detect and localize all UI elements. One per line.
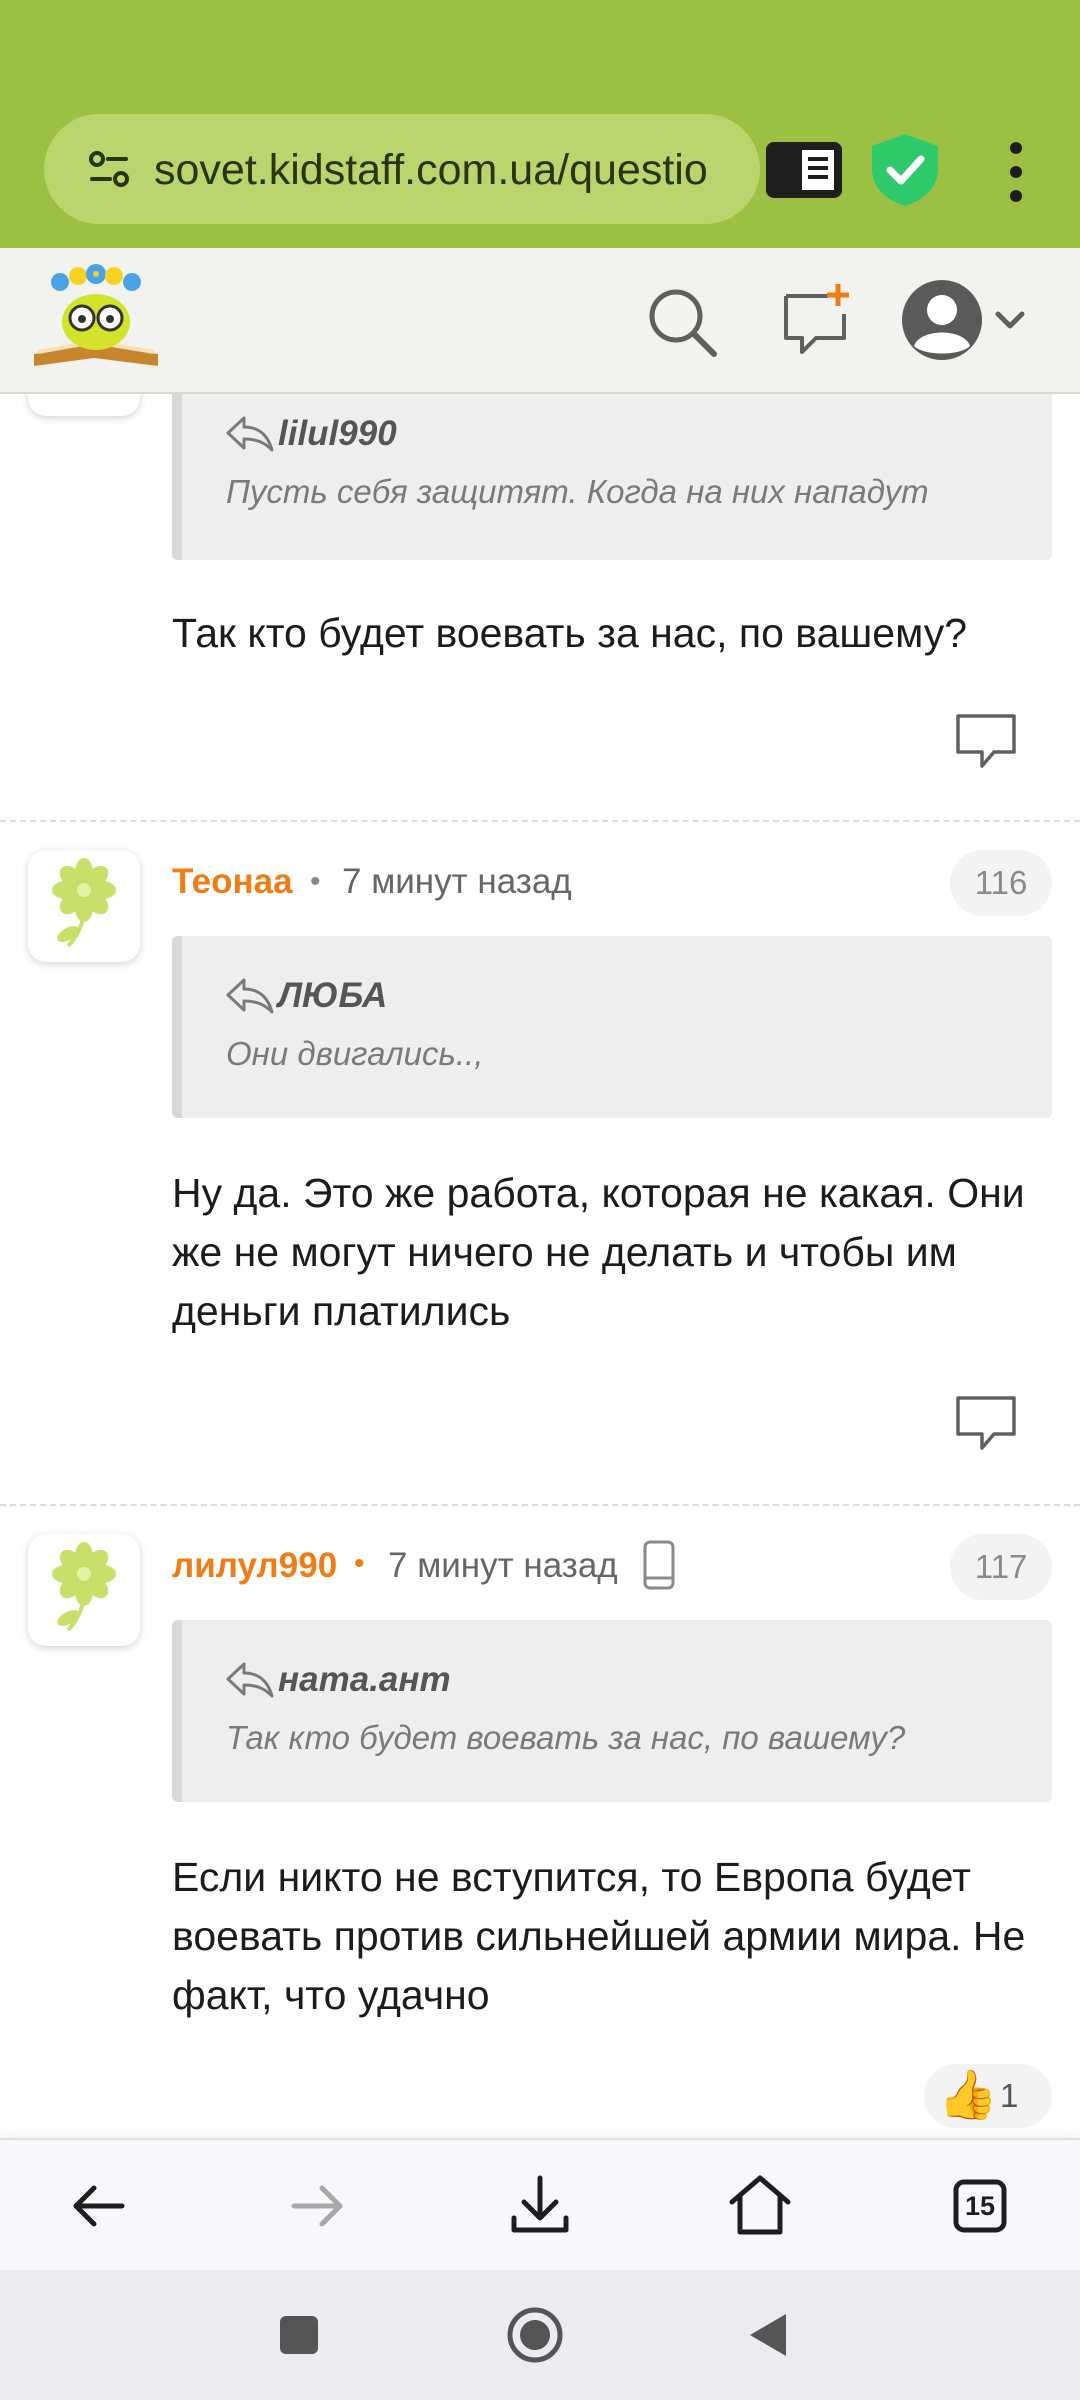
like-count: 1 — [1000, 2077, 1019, 2114]
thumbs-up-icon: 👍 — [938, 2069, 998, 2122]
comment: лилул990 • 7 минут назад 117 ната.ант Та… — [0, 1504, 1080, 2138]
new-topic-icon[interactable] — [778, 282, 854, 358]
commenter-avatar[interactable] — [28, 1534, 140, 1646]
separator-dot: • — [310, 865, 321, 898]
reply-icon — [226, 978, 274, 1014]
commenter-name[interactable]: лилул990 — [172, 1544, 337, 1588]
quote-author[interactable]: ната.ант — [278, 1658, 451, 1702]
flower-avatar-icon — [52, 1542, 116, 1632]
reader-mode-icon[interactable] — [764, 138, 844, 202]
site-settings-icon[interactable] — [84, 144, 134, 194]
flower-avatar-icon — [52, 858, 116, 948]
reply-icon — [226, 1662, 274, 1698]
back-triangle-icon[interactable] — [746, 2310, 790, 2360]
like-button[interactable]: 👍 1 — [924, 2064, 1052, 2128]
account-menu-button[interactable] — [898, 276, 1030, 364]
more-vert-icon[interactable] — [986, 132, 1046, 212]
reply-comment-icon[interactable] — [954, 1394, 1018, 1454]
comment-time: 7 минут назад — [388, 1546, 618, 1585]
comment-number[interactable]: 117 — [950, 1534, 1052, 1600]
screen: sovet.kidstaff.com.ua/questio lilul990 П… — [0, 0, 1080, 2400]
back-arrow-icon[interactable] — [58, 2166, 138, 2246]
quote-text: Они двигались.., — [226, 1035, 484, 1072]
forward-arrow-icon[interactable] — [278, 2166, 358, 2246]
home-icon[interactable] — [720, 2166, 800, 2246]
browser-toolbar: sovet.kidstaff.com.ua/questio — [0, 0, 1080, 248]
reply-comment-icon[interactable] — [954, 712, 1018, 772]
reply-icon — [226, 416, 274, 452]
reply-quote: ната.ант Так кто будет воевать за нас, п… — [172, 1620, 1052, 1802]
comment-text: Так кто будет воевать за нас, по вашему? — [172, 610, 968, 656]
quote-author[interactable]: lilul990 — [278, 412, 397, 456]
comment-time: 7 минут назад — [342, 862, 572, 901]
comment: lilul990 Пусть себя защитят. Когда на ни… — [0, 394, 1080, 820]
comment-text: Если никто не вступится, то Европа будет… — [172, 1854, 1026, 2018]
shield-check-icon[interactable] — [868, 132, 942, 208]
separator-dot: • — [354, 1547, 365, 1580]
search-icon[interactable] — [644, 284, 720, 360]
commenter-avatar[interactable] — [28, 850, 140, 962]
reply-quote: ЛЮБА Они двигались.., — [172, 936, 1052, 1118]
url-text[interactable]: sovet.kidstaff.com.ua/questio — [154, 140, 734, 200]
comment: Теонаа • 7 минут назад 116 ЛЮБА Они двиг… — [0, 820, 1080, 1504]
system-navigation-bar — [0, 2270, 1080, 2400]
browser-bottom-nav: 15 — [0, 2138, 1080, 2270]
site-header — [0, 248, 1080, 394]
tabs-button[interactable]: 15 — [940, 2166, 1020, 2246]
reply-quote: lilul990 Пусть себя защитят. Когда на ни… — [172, 394, 1052, 560]
mobile-device-icon — [643, 1540, 675, 1590]
comment-number[interactable]: 116 — [950, 850, 1052, 916]
commenter-name[interactable]: Теонаа — [172, 860, 293, 904]
comments-list: lilul990 Пусть себя защитят. Когда на ни… — [0, 394, 1080, 2138]
quote-text: Пусть себя защитят. Когда на них нападут — [226, 473, 929, 510]
site-logo[interactable] — [30, 262, 162, 372]
download-icon[interactable] — [500, 2166, 580, 2246]
address-bar[interactable]: sovet.kidstaff.com.ua/questio — [44, 114, 760, 224]
home-circle-icon[interactable] — [506, 2306, 564, 2364]
quote-text: Так кто будет воевать за нас, по вашему? — [226, 1719, 906, 1756]
comment-text: Ну да. Это же работа, которая не какая. … — [172, 1170, 1025, 1334]
quote-author[interactable]: ЛЮБА — [278, 974, 387, 1018]
tabs-count: 15 — [964, 2191, 996, 2221]
user-avatar-icon — [902, 280, 1025, 360]
recents-icon[interactable] — [278, 2314, 320, 2356]
